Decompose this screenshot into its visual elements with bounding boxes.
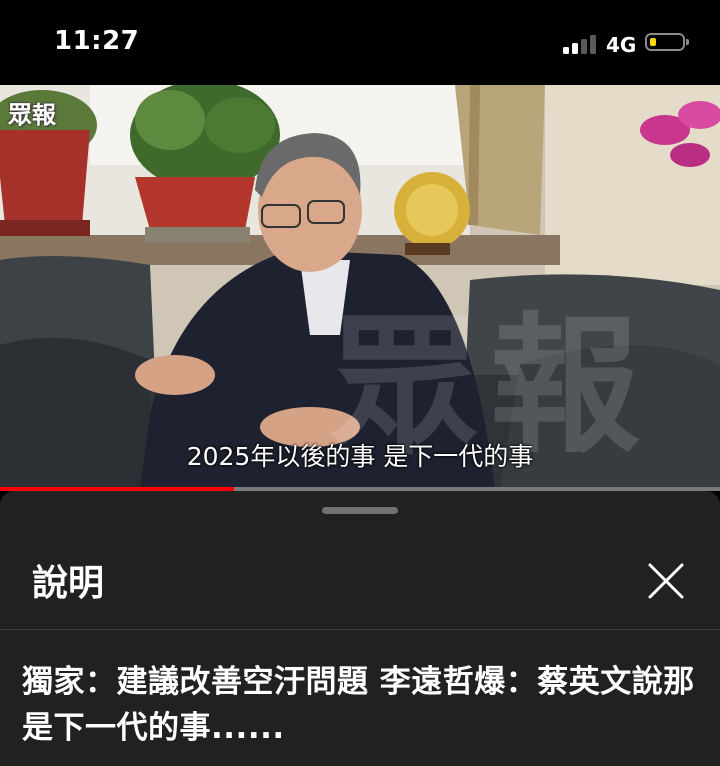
status-bar: 11:27 4G (0, 0, 720, 85)
close-button[interactable] (640, 555, 692, 607)
description-panel: 說明 獨家：建議改善空汙問題 李遠哲爆：蔡英文說那是下一代的事...... (0, 491, 720, 766)
status-time: 11:27 (54, 26, 140, 56)
divider (0, 629, 720, 630)
close-icon (648, 563, 684, 599)
video-subtitle: 2025年以後的事 是下一代的事 (186, 442, 534, 471)
battery-icon (645, 33, 689, 51)
network-type: 4G (606, 33, 637, 57)
battery-level (650, 38, 656, 46)
panel-title: 說明 (32, 563, 105, 604)
video-description: 獨家：建議改善空汙問題 李遠哲爆：蔡英文說那是下一代的事...... (22, 664, 695, 746)
drag-handle-icon[interactable] (322, 507, 398, 514)
video-player[interactable]: 眾報 眾報 2025年以後的事 是下一代的事 (0, 85, 720, 489)
channel-logo: 眾報 (8, 101, 56, 129)
signal-icon (563, 34, 599, 54)
